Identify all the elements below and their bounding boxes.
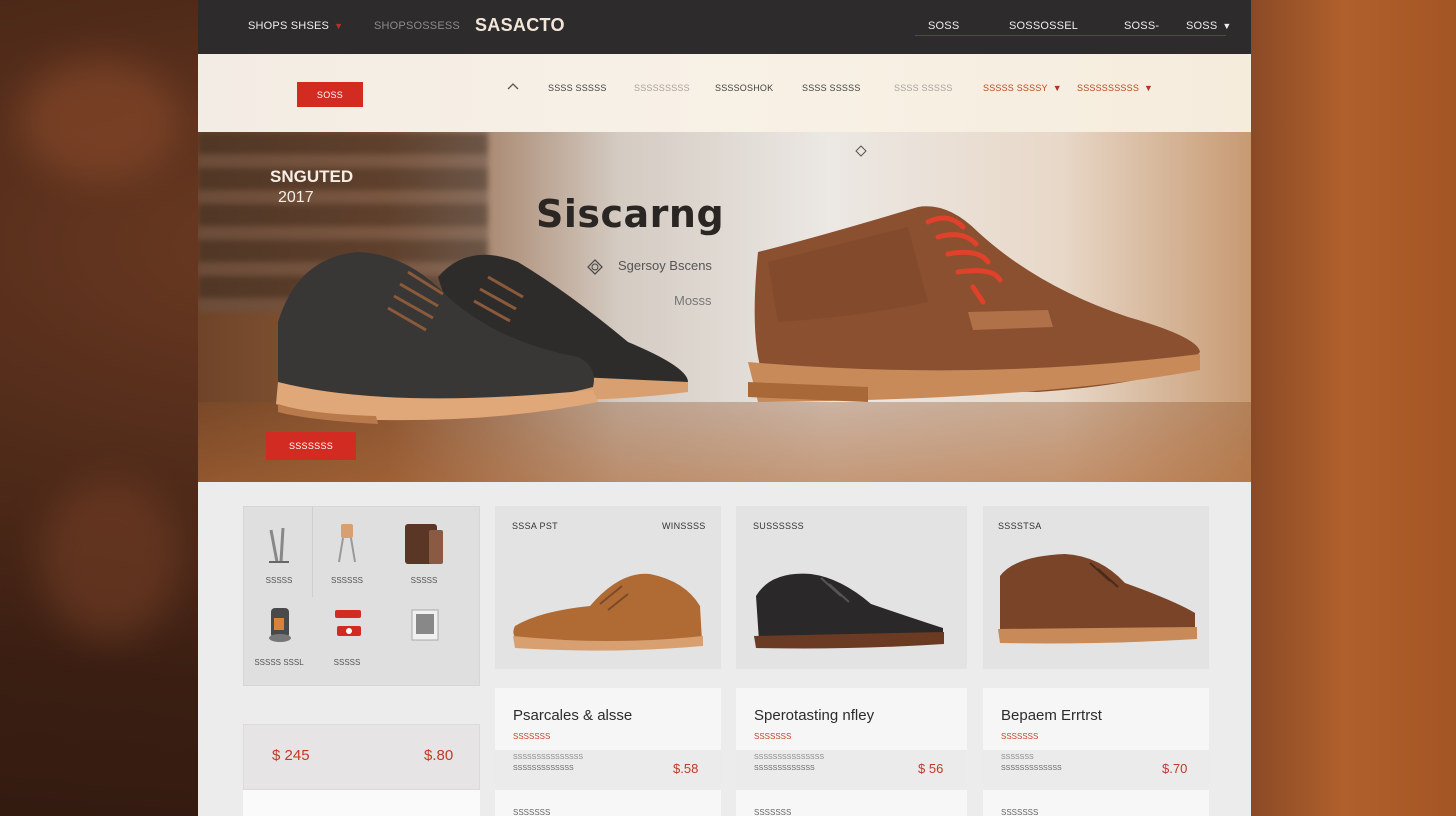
product-label: SUSSSSSS (753, 521, 804, 531)
wallet-icon (405, 524, 443, 564)
hero-tag: SNGUTED 2017 (270, 167, 354, 206)
chevron-down-icon: ▼ (1222, 21, 1232, 31)
hero-title: Siscarng (536, 192, 725, 236)
category-item[interactable]: SSSSS (389, 522, 459, 585)
chevron-up-icon[interactable] (505, 79, 521, 95)
box-icon (411, 609, 439, 641)
product-label: SSSSTSA (998, 521, 1042, 531)
background-blur (40, 480, 180, 640)
price-left: $ 245 (272, 747, 310, 764)
nav-item-2[interactable]: SSSSSSSSS (634, 83, 690, 93)
product-meta-line: SSSSSSSSSSSSS (1001, 765, 1062, 772)
category-item[interactable]: SSSSS SSSL (244, 604, 314, 667)
brush-icon (338, 524, 356, 563)
chevron-down-icon: ▼ (1052, 83, 1062, 93)
product-meta-line: SSSSSSSSSSSSS (754, 765, 815, 772)
top-link-1[interactable]: SOSS (928, 20, 959, 32)
category-panel: SSSSS SSSSSS SSSSS SSSSS SSSL SSSSS (243, 506, 480, 686)
tag-icon (587, 259, 603, 275)
product-meta-line: SSSSSSSSSSSSSSS (513, 754, 584, 761)
card-footer: SSSSSSS (495, 790, 721, 816)
card-footer: SSSSSSS (983, 790, 1209, 816)
product-card[interactable]: Bepaem Errtrst SSSSSSS SSSSSSS SSSSSSSSS… (983, 688, 1209, 790)
diamond-icon (855, 145, 867, 157)
product-card[interactable]: Psarcales & alsse SSSSSSS SSSSSSSSSSSSSS… (495, 688, 721, 790)
product-label-right: WINSSSS (662, 521, 706, 531)
top-link-2[interactable]: SOSSOSSEL (1009, 20, 1078, 32)
nav-cta-button[interactable]: SOSS (297, 82, 363, 107)
product-name[interactable]: Psarcales & alsse (513, 707, 632, 724)
product-meta-line: SSSSSSS (1001, 754, 1034, 761)
hero-subtitle: Sgersoy Bscens (618, 258, 712, 273)
black-shoe-image (754, 573, 944, 649)
hero-year: 2017 (278, 189, 314, 206)
category-item[interactable] (389, 604, 459, 658)
background-blur (20, 60, 180, 180)
top-bar: SHOPS SHSES ▼ SHOPSOSSESS SASACTO SOSS SO… (198, 0, 1251, 54)
nav-item-6[interactable]: SSSSS SSSSY ▼ (983, 83, 1062, 93)
shop-page: SHOPS SHSES ▼ SHOPSOSSESS SASACTO SOSS SO… (198, 0, 1251, 816)
laces-icon (335, 610, 361, 636)
tools-icon (269, 527, 289, 563)
card-footer-text: SSSSSSS (1001, 808, 1039, 816)
price-panel: $ 245 $.80 (243, 724, 480, 790)
secondary-link[interactable]: SHOPSOSSESS (374, 20, 460, 32)
card-footer: SSSSSSS (736, 790, 967, 816)
category-item[interactable]: SSSSS (244, 522, 314, 585)
top-divider (915, 35, 1226, 36)
nav-item-1[interactable]: SSSS SSSSS (548, 83, 607, 93)
hero-cta-button[interactable]: SSSSSSS (266, 432, 356, 460)
nav-item-4[interactable]: SSSS SSSSS (802, 83, 861, 93)
category-item[interactable]: SSSSSS (312, 522, 382, 585)
product-subtitle: SSSSSSS (1001, 732, 1039, 741)
brown-boot-image (998, 554, 1197, 644)
polish-tin-icon (269, 608, 291, 642)
brand-logo[interactable]: SASACTO (475, 15, 565, 36)
product-meta-line: SSSSSSSSSSSSS (513, 765, 574, 772)
product-card[interactable]: Sperotasting nfley SSSSSSS SSSSSSSSSSSSS… (736, 688, 967, 790)
nav-item-3[interactable]: SSSSOSHOK (715, 83, 773, 93)
product-meta: SSSSSSSSSSSSSSS SSSSSSSSSSSSS $ 56 (736, 750, 967, 790)
product-meta: SSSSSSS SSSSSSSSSSSSS $.70 (983, 750, 1209, 790)
product-price: $.58 (673, 761, 699, 776)
nav-item-7[interactable]: SSSSSSSSSS ▼ (1077, 83, 1153, 93)
product-price: $.70 (1162, 761, 1188, 776)
tan-shoe-image (513, 573, 703, 651)
product-image-3[interactable]: SSSSTSA (983, 506, 1209, 669)
product-meta: SSSSSSSSSSSSSSS SSSSSSSSSSSSS $.58 (495, 750, 721, 790)
chevron-down-icon: ▼ (1144, 83, 1154, 93)
product-price: $ 56 (918, 761, 944, 776)
product-image-1[interactable]: SSSA PST WINSSSS (495, 506, 721, 669)
card-footer-text: SSSSSSS (513, 808, 551, 816)
product-label: SSSA PST (512, 521, 558, 531)
product-name[interactable]: Sperotasting nfley (754, 707, 874, 724)
background-right (1251, 0, 1456, 816)
hero-banner: SNGUTED 2017 Siscarng Sgersoy Bscens Moss… (198, 132, 1251, 482)
product-image-2[interactable]: SUSSSSSS (736, 506, 967, 669)
product-name[interactable]: Bepaem Errtrst (1001, 707, 1102, 724)
brown-shoe-image (748, 206, 1200, 402)
category-item[interactable]: SSSSS (312, 604, 382, 667)
shop-menu[interactable]: SHOPS SHSES ▼ (248, 20, 343, 32)
nav-item-5[interactable]: SSSS SSSSS (894, 83, 953, 93)
product-meta-line: SSSSSSSSSSSSSSS (754, 754, 825, 761)
top-link-3[interactable]: SOSS- (1124, 20, 1159, 32)
card-footer-text: SSSSSSS (754, 808, 792, 816)
product-subtitle: SSSSSSS (513, 732, 551, 741)
product-subtitle: SSSSSSS (754, 732, 792, 741)
price-right: $.80 (424, 747, 454, 764)
panel-bottom (243, 790, 480, 816)
top-link-4[interactable]: SOSS ▼ (1186, 20, 1231, 32)
nav-bar: SOSS SSSS SSSSS SSSSSSSSS SSSSOSHOK SSSS… (198, 54, 1251, 132)
hero-subtitle-2: Mosss (674, 293, 712, 308)
chevron-down-icon: ▼ (334, 21, 344, 31)
